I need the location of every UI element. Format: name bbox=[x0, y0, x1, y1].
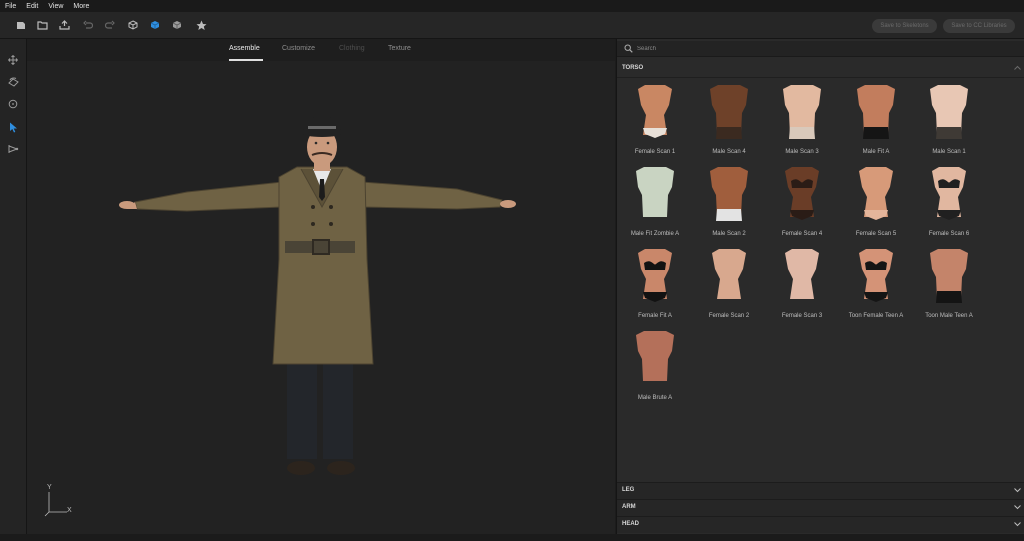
section-title-torso: TORSO bbox=[622, 65, 644, 71]
torso-tile[interactable]: Female Scan 1 bbox=[618, 83, 692, 163]
torso-tile[interactable]: Female Scan 5 bbox=[839, 165, 913, 245]
select-cursor-icon[interactable] bbox=[5, 119, 21, 135]
cube-outline-icon[interactable] bbox=[125, 17, 141, 33]
section-title-arm: ARM bbox=[622, 504, 636, 510]
chevron-down-icon bbox=[1014, 488, 1021, 493]
chevron-up-icon bbox=[1014, 65, 1021, 70]
torso-tile[interactable]: Female Scan 3 bbox=[765, 247, 839, 327]
search-input[interactable] bbox=[637, 42, 997, 55]
menu-edit[interactable]: Edit bbox=[26, 3, 38, 10]
torso-thumbnail bbox=[932, 167, 966, 220]
viewport-3d[interactable]: Assemble Customize Clothing Texture Y X bbox=[27, 39, 615, 534]
torso-tile[interactable]: Toon Male Teen A bbox=[912, 247, 986, 327]
torso-label: Female Scan 2 bbox=[708, 313, 750, 319]
torso-label: Male Fit A bbox=[862, 149, 890, 155]
undo-icon[interactable] bbox=[80, 17, 96, 33]
torso-tile[interactable]: Female Fit A bbox=[618, 247, 692, 327]
torso-thumbnail bbox=[712, 249, 746, 299]
library-panel: TORSO Female Scan 1 Male Scan 4 Male Scan … bbox=[616, 39, 1024, 534]
menu-more[interactable]: More bbox=[73, 3, 89, 10]
torso-thumbnail bbox=[859, 167, 893, 220]
tool-rail bbox=[0, 39, 27, 534]
save-to-skeletons-button[interactable]: Save to Skeletons bbox=[872, 19, 937, 33]
torso-label: Toon Female Teen A bbox=[848, 313, 904, 319]
torso-tile[interactable]: Male Scan 2 bbox=[692, 165, 766, 245]
section-title-leg: LEG bbox=[622, 487, 635, 493]
torso-thumbnail bbox=[638, 85, 672, 138]
torso-thumbnail bbox=[710, 167, 748, 221]
section-title-head: HEAD bbox=[622, 521, 640, 527]
torso-thumbnail bbox=[785, 167, 819, 220]
torso-tile[interactable]: Male Scan 3 bbox=[765, 83, 839, 163]
torso-label: Female Scan 6 bbox=[928, 231, 970, 237]
torso-label: Male Fit Zombie A bbox=[630, 231, 680, 237]
section-header-arm[interactable]: ARM bbox=[617, 499, 1024, 516]
menu-view[interactable]: View bbox=[48, 3, 63, 10]
torso-label: Female Scan 1 bbox=[634, 149, 676, 155]
star-icon[interactable] bbox=[193, 17, 209, 33]
torso-tile[interactable]: Female Scan 4 bbox=[765, 165, 839, 245]
torso-tile[interactable]: Male Fit A bbox=[839, 83, 913, 163]
torso-tile[interactable]: Male Brute A bbox=[618, 329, 692, 409]
torso-thumbnail bbox=[638, 249, 672, 302]
torso-tile[interactable]: Female Scan 6 bbox=[912, 165, 986, 245]
orbit-icon[interactable] bbox=[5, 74, 21, 90]
section-header-leg[interactable]: LEG bbox=[617, 482, 1024, 499]
torso-tile[interactable]: Male Scan 1 bbox=[912, 83, 986, 163]
save-to-library-button[interactable]: Save to CC Libraries bbox=[943, 19, 1015, 33]
torso-label: Male Scan 3 bbox=[785, 149, 819, 155]
torso-thumbnail bbox=[710, 85, 748, 139]
torso-tile[interactable]: Male Scan 4 bbox=[692, 83, 766, 163]
move-icon[interactable] bbox=[5, 52, 21, 68]
cube-shaded-icon[interactable] bbox=[169, 17, 185, 33]
toolbar: Save to Skeletons Save to CC Libraries bbox=[0, 12, 1024, 39]
character-model[interactable] bbox=[27, 39, 615, 534]
section-header-head[interactable]: HEAD bbox=[617, 516, 1024, 533]
chevron-down-icon bbox=[1014, 505, 1021, 510]
import-icon[interactable] bbox=[56, 17, 72, 33]
torso-label: Male Brute A bbox=[637, 395, 673, 401]
search-icon bbox=[624, 44, 633, 53]
axis-gizmo: Y X bbox=[41, 484, 81, 518]
torso-thumbnail bbox=[783, 85, 821, 139]
torso-label: Female Scan 4 bbox=[781, 231, 823, 237]
torso-thumbnail bbox=[785, 249, 819, 299]
torso-label: Female Fit A bbox=[638, 313, 672, 319]
torso-tile[interactable]: Toon Female Teen A bbox=[839, 247, 913, 327]
torso-grid: Female Scan 1 Male Scan 4 Male Scan 3 Male … bbox=[617, 83, 1024, 463]
search-bar bbox=[617, 41, 1024, 57]
axis-x-label: X bbox=[67, 507, 72, 514]
torso-label: Male Scan 4 bbox=[712, 149, 746, 155]
status-bar bbox=[0, 534, 1024, 541]
new-icon[interactable] bbox=[13, 17, 29, 33]
torso-thumbnail bbox=[857, 85, 895, 139]
axis-y-label: Y bbox=[47, 484, 52, 491]
torso-thumbnail bbox=[930, 85, 968, 139]
torso-label: Male Scan 2 bbox=[712, 231, 746, 237]
redo-icon[interactable] bbox=[102, 17, 118, 33]
torso-thumbnail bbox=[636, 331, 674, 381]
open-folder-icon[interactable] bbox=[34, 17, 50, 33]
camera-icon[interactable] bbox=[5, 141, 21, 157]
torso-label: Female Scan 5 bbox=[855, 231, 897, 237]
torso-tile[interactable]: Female Scan 2 bbox=[692, 247, 766, 327]
section-header-torso[interactable]: TORSO bbox=[617, 61, 1024, 78]
cube-solid-icon[interactable] bbox=[147, 17, 163, 33]
torso-label: Female Scan 3 bbox=[781, 313, 823, 319]
torso-tile[interactable]: Male Fit Zombie A bbox=[618, 165, 692, 245]
menu-file[interactable]: File bbox=[5, 3, 16, 10]
torso-thumbnail bbox=[930, 249, 968, 303]
torso-label: Toon Male Teen A bbox=[925, 313, 973, 319]
menu-bar: File Edit View More bbox=[0, 0, 1024, 12]
chevron-down-icon bbox=[1014, 522, 1021, 527]
torso-thumbnail bbox=[636, 167, 674, 217]
torso-label: Male Scan 1 bbox=[932, 149, 966, 155]
rotate-icon[interactable] bbox=[5, 96, 21, 112]
torso-thumbnail bbox=[859, 249, 893, 302]
